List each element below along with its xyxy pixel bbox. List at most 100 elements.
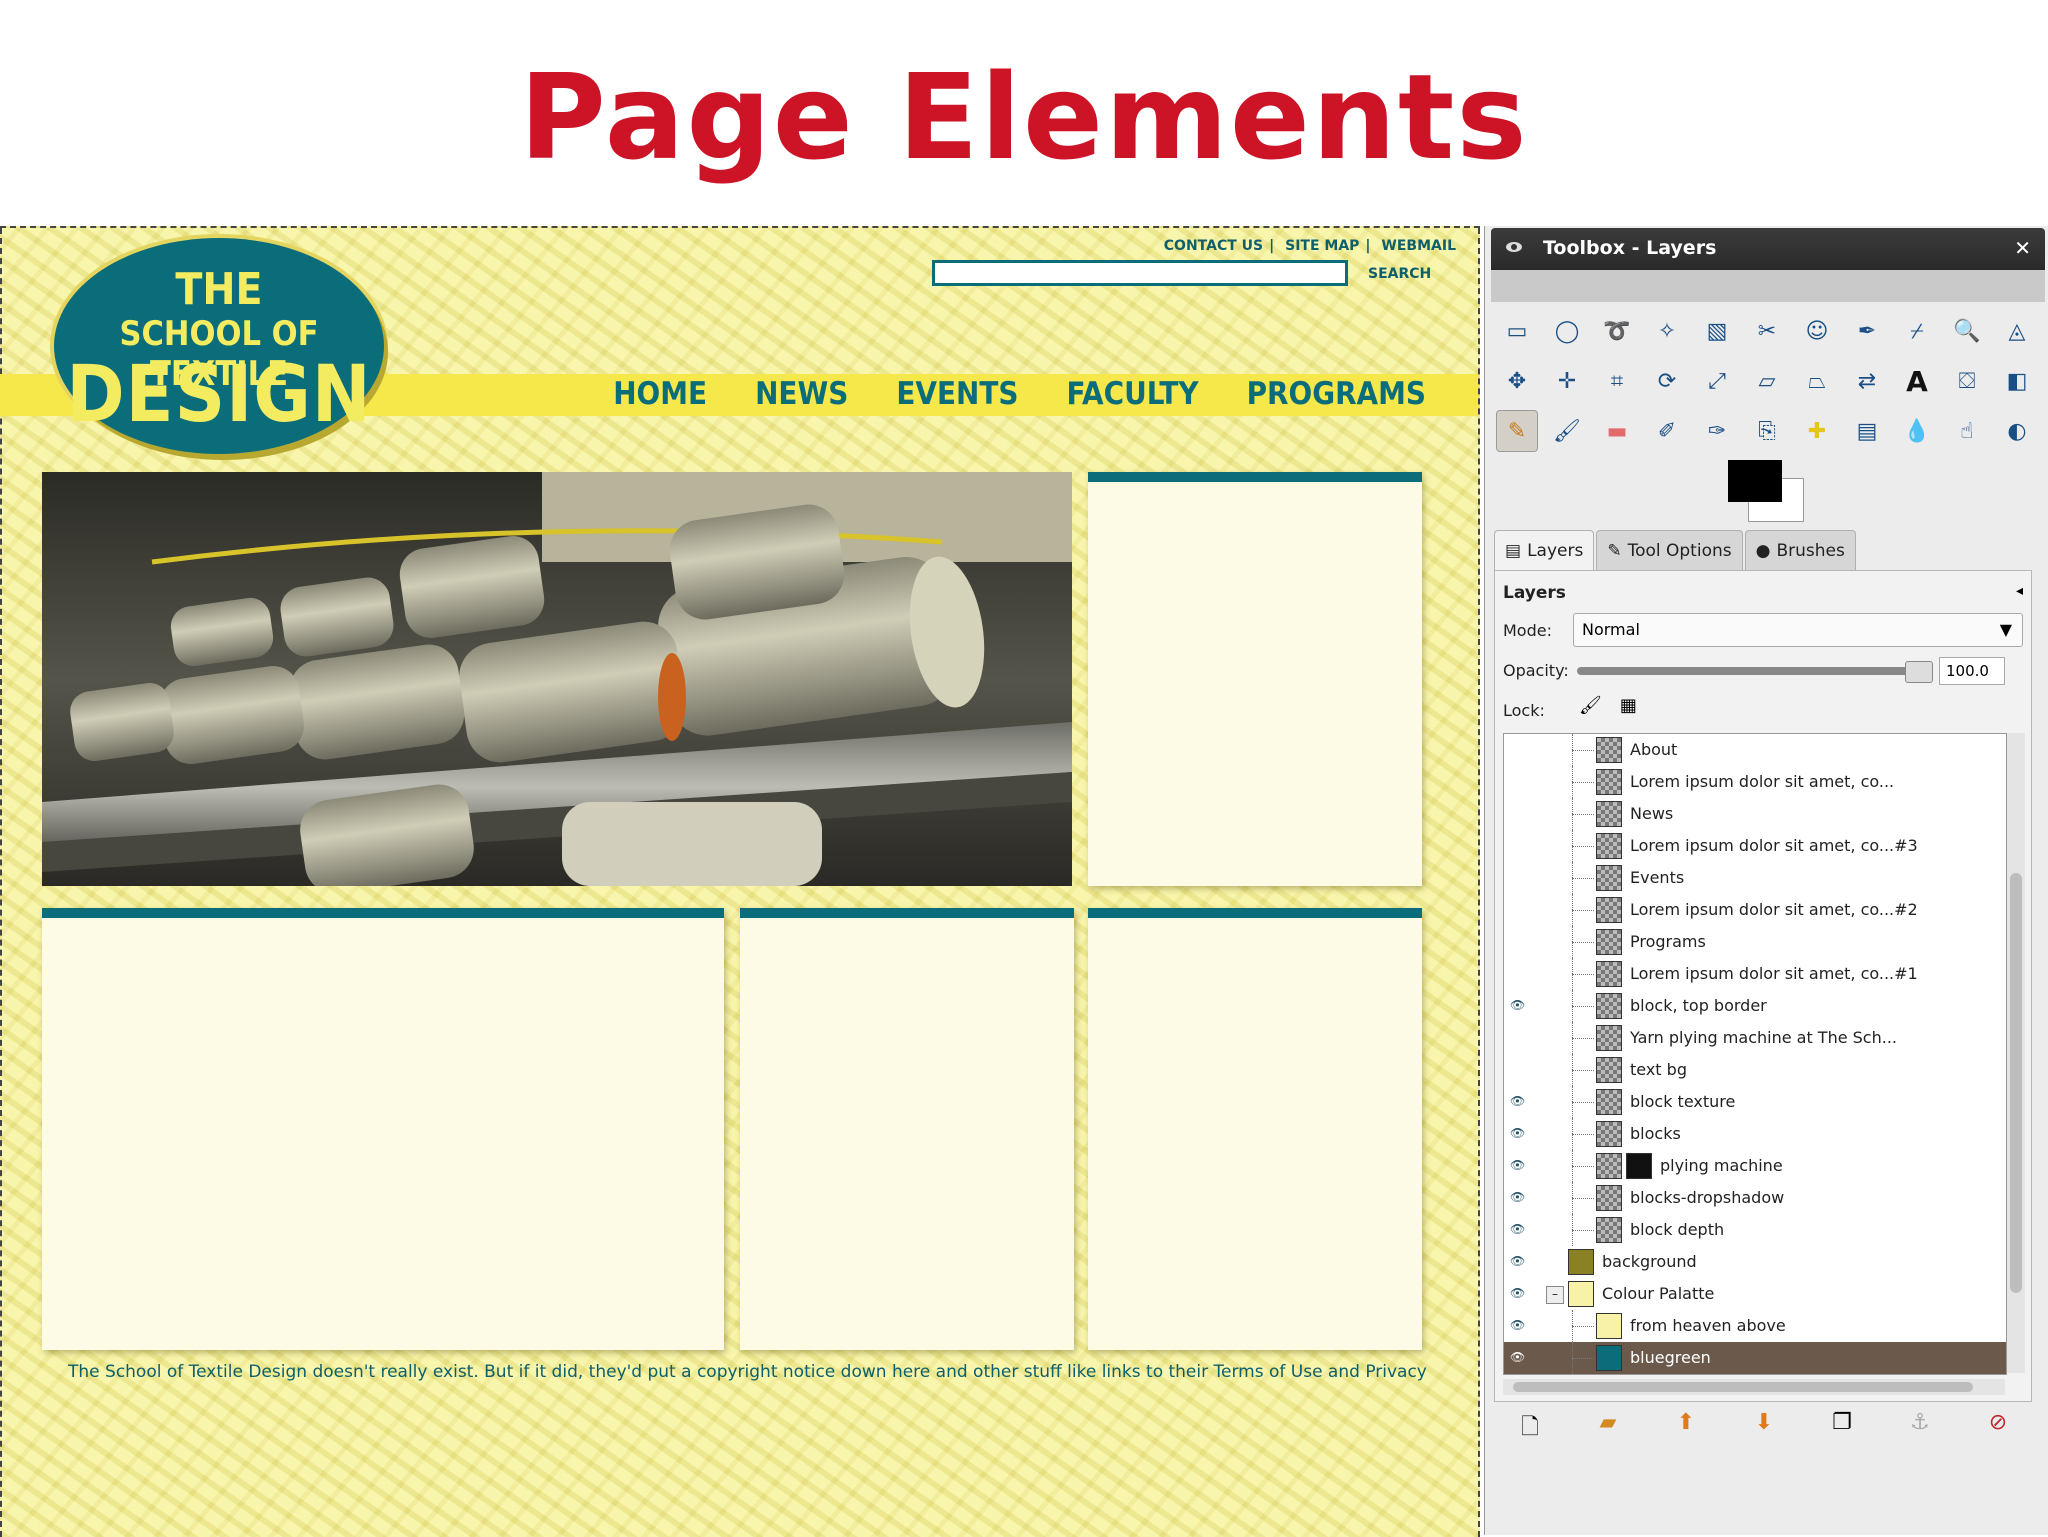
eye-icon[interactable]: 👁 [1510,1094,1526,1108]
rect-select-icon[interactable]: ▭ [1496,310,1538,352]
eye-icon[interactable]: 👁 [1510,1158,1526,1172]
nav-home[interactable]: HOME [613,376,707,412]
color-select-icon[interactable]: ▧ [1696,310,1738,352]
layer-row[interactable]: 👁 from heaven above [1504,1310,2006,1342]
lower-layer-icon[interactable]: ⬇ [1744,1410,1784,1448]
anchor-layer-icon[interactable]: ⚓ [1900,1410,1940,1448]
layer-row[interactable]: 👁 background [1504,1246,2006,1278]
clone-icon[interactable]: ⎘ [1746,410,1788,452]
free-select-icon[interactable]: ➰ [1596,310,1638,352]
fuzzy-select-icon[interactable]: ✧ [1646,310,1688,352]
heal-icon[interactable]: ✚ [1796,410,1838,452]
contact-us-link[interactable]: CONTACT US [1164,238,1263,254]
lock-alpha-icon[interactable]: ▦ [1620,695,1637,716]
eye-icon[interactable]: 👁 [1510,1190,1526,1204]
layer-row[interactable]: Lorem ipsum dolor sit amet, co...#2 [1504,894,2006,926]
rotate-icon[interactable]: ⟳ [1646,360,1688,402]
dodge-burn-icon[interactable]: ◐ [1996,410,2038,452]
eye-icon[interactable]: 👁 [1510,1318,1526,1332]
pencil-icon[interactable]: ✎ [1496,410,1538,452]
panel-menu-icon[interactable]: ◂ [2016,583,2023,599]
nav-events[interactable]: EVENTS [896,376,1018,412]
color-picker-icon[interactable]: ⌿ [1896,310,1938,352]
eye-icon[interactable]: 👁 [1510,998,1526,1012]
ink-icon[interactable]: ✑ [1696,410,1738,452]
tab-brushes[interactable]: ● Brushes [1744,530,1856,571]
layer-row[interactable]: text bg [1504,1054,2006,1086]
blend-icon[interactable]: ◧ [1996,360,2038,402]
layer-row[interactable]: Events [1504,862,2006,894]
blur-icon[interactable]: 💧 [1896,410,1938,452]
nav-faculty[interactable]: FACULTY [1067,376,1199,412]
perspective-icon[interactable]: ⏢ [1796,360,1838,402]
scale-icon[interactable]: ⤢ [1696,360,1738,402]
site-map-link[interactable]: SITE MAP [1285,238,1359,254]
layer-row[interactable]: Lorem ipsum dolor sit amet, co...#3 [1504,830,2006,862]
layer-row[interactable]: Lorem ipsum dolor sit amet, co... [1504,766,2006,798]
eye-icon[interactable]: 👁 [1510,1286,1526,1300]
airbrush-icon[interactable]: ✐ [1646,410,1688,452]
eraser-icon[interactable]: ▬ [1596,410,1638,452]
zoom-icon[interactable]: 🔍 [1946,310,1988,352]
eye-icon[interactable]: 👁 [1510,1126,1526,1140]
opacity-slider[interactable] [1577,667,1927,675]
lock-pixels-icon[interactable]: 🖌 [1579,695,1602,716]
layer-row[interactable]: 👁 blocks-dropshadow [1504,1182,2006,1214]
raise-layer-icon[interactable]: ⬆ [1666,1410,1706,1448]
tab-layers[interactable]: ▤ Layers [1494,530,1595,571]
layer-row[interactable]: 👁 bluegreen [1504,1342,2006,1374]
layer-row[interactable]: Lorem ipsum dolor sit amet, co...#1 [1504,958,2006,990]
duplicate-layer-icon[interactable]: ❐ [1822,1410,1862,1448]
layer-row[interactable]: 👁 block, top border [1504,990,2006,1022]
scissors-icon[interactable]: ✂ [1746,310,1788,352]
layer-row[interactable]: Programs [1504,926,2006,958]
opacity-input[interactable]: 100.0 [1939,657,2005,685]
search-button[interactable]: SEARCH [1368,266,1431,282]
smudge-icon[interactable]: ☝ [1946,410,1988,452]
collapse-icon[interactable]: – [1546,1286,1564,1304]
tab-tool-options[interactable]: ✎ Tool Options [1596,530,1743,571]
perspective-clone-icon[interactable]: ▤ [1846,410,1888,452]
measure-icon[interactable]: ◬ [1996,310,2038,352]
mode-select[interactable]: Normal ▼ [1573,613,2023,647]
layer-row[interactable]: 👁 plying machine [1504,1150,2006,1182]
opacity-slider-handle[interactable] [1905,661,1933,683]
crop-icon[interactable]: ⌗ [1596,360,1638,402]
layer-row[interactable]: About [1504,734,2006,766]
flip-icon[interactable]: ⇄ [1846,360,1888,402]
nav-news[interactable]: NEWS [755,376,848,412]
new-layer-icon[interactable]: 🗋 [1510,1410,1550,1448]
image-canvas[interactable]: THE SCHOOL OF TEXTILE DESIGN CONTACT US |… [0,226,1480,1537]
new-group-icon[interactable]: ▰ [1588,1410,1628,1448]
eye-icon[interactable]: 👁 [1510,1254,1526,1268]
paintbrush-icon[interactable]: 🖌 [1546,410,1588,452]
layer-row[interactable]: 👁 block texture [1504,1086,2006,1118]
layer-row[interactable]: 👁 block depth [1504,1214,2006,1246]
layer-row[interactable]: Yarn plying machine at The Sch... [1504,1022,2006,1054]
eye-icon[interactable]: 👁 [1510,1350,1526,1364]
nav-programs[interactable]: PROGRAMS [1247,376,1426,412]
layers-scrollbar[interactable] [2007,733,2025,1373]
align-icon[interactable]: ✛ [1546,360,1588,402]
layer-row[interactable]: 👁 blocks [1504,1118,2006,1150]
eye-icon[interactable]: 👁 [1510,1222,1526,1236]
close-icon[interactable]: ✕ [2014,236,2031,260]
layers-list[interactable]: About Lorem ipsum dolor sit amet, co... Ne… [1503,733,2007,1375]
webmail-link[interactable]: WEBMAIL [1381,238,1456,254]
bucket-fill-icon[interactable]: ⛋ [1946,360,1988,402]
layer-row[interactable]: 👁 – Colour Palatte [1504,1278,2006,1310]
hscrollbar-thumb[interactable] [1513,1382,1973,1392]
foreground-select-icon[interactable]: ☺ [1796,310,1838,352]
foreground-color-swatch[interactable] [1728,460,1782,502]
ellipse-select-icon[interactable]: ◯ [1546,310,1588,352]
school-logo[interactable]: THE SCHOOL OF TEXTILE DESIGN [54,238,384,454]
search-input[interactable] [932,260,1348,286]
move-icon[interactable]: ✥ [1496,360,1538,402]
dock-titlebar[interactable]: Toolbox - Layers ✕ [1491,228,2045,270]
text-icon[interactable]: A [1896,360,1938,402]
layers-hscrollbar[interactable] [1503,1379,2005,1395]
paths-icon[interactable]: ✒ [1846,310,1888,352]
scrollbar-thumb[interactable] [2010,873,2022,1293]
layer-row[interactable]: News [1504,798,2006,830]
delete-layer-icon[interactable]: ⊘ [1978,1410,2018,1448]
